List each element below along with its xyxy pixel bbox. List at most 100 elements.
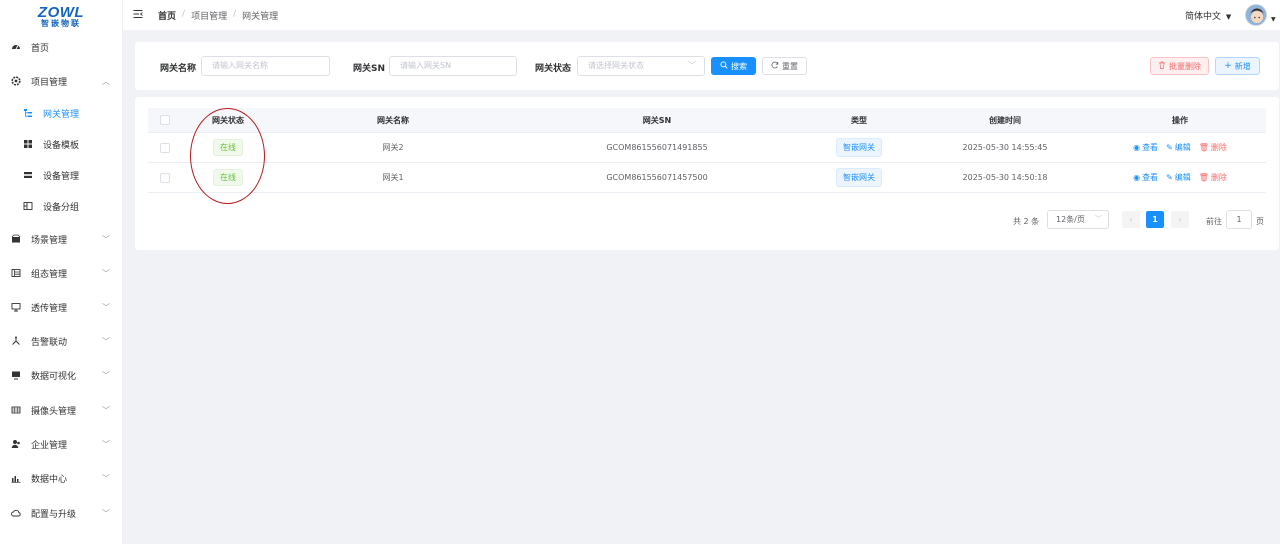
search-button[interactable]: 搜索	[711, 57, 756, 75]
chevron-down-icon: ﹀	[102, 405, 110, 415]
sidebar-item-camera[interactable]: 摄像头管理 ﹀	[0, 400, 123, 420]
name-cell: 网关1	[382, 173, 404, 182]
search-button-label: 搜索	[731, 61, 747, 71]
page-size-select[interactable]: 12条/页 ﹀	[1047, 210, 1109, 229]
header-type: 类型	[851, 115, 867, 125]
caret-down-icon: ▼	[1225, 13, 1232, 21]
table-row: 在线 网关2 GCOM861556071491855 智嵌网关 2025-05-…	[148, 133, 1266, 163]
time-cell: 2025-05-30 14:50:18	[962, 173, 1048, 182]
caret-down-icon: ▼	[1271, 16, 1276, 23]
reset-button[interactable]: 重置	[762, 57, 807, 75]
sidebar-item-layout[interactable]: 组态管理 ﹀	[0, 263, 123, 283]
sidebar-subitem-device-manage[interactable]: 设备管理	[0, 165, 123, 185]
trash-icon: 🗑︎	[1198, 173, 1209, 182]
page-size-value: 12条/页	[1056, 215, 1085, 224]
sidebar-subitem-device-template[interactable]: 设备模板	[0, 134, 123, 154]
header-ops: 操作	[1172, 115, 1188, 125]
gateway-sn-label: 网关SN	[353, 64, 386, 74]
goto-label: 前往	[1206, 217, 1222, 226]
breadcrumb-project[interactable]: 项目管理	[191, 9, 227, 22]
gateway-status-label: 网关状态	[535, 64, 572, 74]
sidebar-item-label: 设备模板	[43, 140, 80, 151]
gateway-status-select[interactable]: 请选择网关状态 ﹀	[577, 56, 705, 76]
sidebar-item-label: 企业管理	[31, 440, 68, 451]
breadcrumb-home[interactable]: 首页	[158, 9, 176, 22]
time-cell: 2025-05-30 14:55:45	[962, 143, 1048, 152]
sidebar-item-home[interactable]: 首页	[0, 37, 123, 57]
page-number-button[interactable]: 1	[1146, 211, 1164, 228]
edit-label: 编辑	[1174, 173, 1191, 182]
gear-icon	[11, 76, 21, 86]
gateway-name-input[interactable]: 请输入网关名称	[201, 56, 330, 76]
breadcrumb: 首页 / 项目管理 / 网关管理	[158, 9, 278, 22]
status-badge: 在线	[213, 139, 243, 156]
sidebar-subitem-gateway[interactable]: 网关管理	[0, 103, 123, 123]
scene-icon	[11, 234, 21, 244]
sidebar-item-label: 透传管理	[31, 303, 68, 314]
edit-link[interactable]: ✎ 编辑	[1166, 172, 1191, 183]
sn-cell: GCOM861556071491855	[606, 143, 708, 152]
ops-cell: ◉ 查看 ✎ 编辑 🗑︎ 删除	[1094, 163, 1266, 192]
cloud-icon	[11, 508, 21, 518]
table-panel: 网关状态 网关名称 网关SN 类型 创建时间 操作 在线 网关2 GCOM861…	[135, 97, 1279, 250]
type-cell: 智嵌网关	[802, 163, 916, 192]
sidebar-subitem-device-group[interactable]: 设备分组	[0, 196, 123, 216]
table-header: 网关状态 网关名称 网关SN 类型 创建时间 操作	[148, 108, 1266, 133]
type-cell: 智嵌网关	[802, 133, 916, 162]
share-icon	[11, 336, 21, 346]
row-checkbox[interactable]	[160, 172, 170, 183]
chevron-down-icon: ﹀	[102, 439, 110, 449]
view-link[interactable]: ◉ 查看	[1133, 142, 1158, 153]
add-button[interactable]: + 新增	[1215, 57, 1260, 75]
sidebar-item-project[interactable]: 项目管理 ︿	[0, 71, 123, 91]
sidebar-item-label: 设备分组	[43, 202, 80, 213]
delete-label: 删除	[1210, 143, 1227, 152]
grid-icon	[23, 139, 33, 149]
add-button-label: 新增	[1234, 61, 1251, 71]
language-selector[interactable]: 简体中文 ▼	[1185, 9, 1231, 22]
sidebar-item-data-center[interactable]: 数据中心 ﹀	[0, 468, 123, 488]
type-badge: 智嵌网关	[836, 138, 882, 157]
status-badge: 在线	[213, 169, 243, 186]
gateway-name-label: 网关名称	[160, 64, 197, 74]
avatar[interactable]	[1245, 4, 1267, 26]
status-cell: 在线	[182, 133, 274, 162]
row-checkbox-cell	[148, 133, 182, 162]
logo-sub-text: 智嵌物联	[41, 19, 81, 28]
sidebar-item-passthrough[interactable]: 透传管理 ﹀	[0, 297, 123, 317]
layout-icon	[11, 268, 21, 278]
plus-icon: +	[1224, 61, 1232, 71]
trash-icon	[1158, 61, 1166, 71]
prev-page-button[interactable]: ‹	[1122, 211, 1140, 228]
delete-link[interactable]: 🗑︎ 删除	[1199, 172, 1227, 183]
dashboard-icon	[11, 42, 21, 52]
sidebar-item-alarm[interactable]: 告警联动 ﹀	[0, 331, 123, 351]
top-header: 首页 / 项目管理 / 网关管理 简体中文 ▼ ▼	[123, 0, 1280, 30]
header-status: 网关状态	[212, 115, 244, 125]
sidebar-item-label: 设备管理	[43, 171, 80, 182]
goto-page-input[interactable]: 1	[1226, 210, 1252, 229]
next-page-button[interactable]: ›	[1171, 211, 1189, 228]
reset-button-label: 重置	[782, 61, 798, 71]
breadcrumb-separator: /	[233, 9, 237, 19]
delete-link[interactable]: 🗑︎ 删除	[1199, 142, 1227, 153]
ops-cell: ◉ 查看 ✎ 编辑 🗑︎ 删除	[1094, 133, 1266, 162]
select-all-checkbox[interactable]	[160, 115, 170, 125]
view-link[interactable]: ◉ 查看	[1133, 172, 1158, 183]
menu-fold-icon[interactable]	[133, 9, 143, 19]
row-checkbox[interactable]	[160, 142, 170, 153]
gateway-sn-input[interactable]: 请输入网关SN	[389, 56, 517, 76]
language-label: 简体中文	[1185, 12, 1222, 22]
sidebar-item-enterprise[interactable]: 企业管理 ﹀	[0, 434, 123, 454]
sidebar-item-scene[interactable]: 场景管理 ﹀	[0, 229, 123, 249]
search-icon	[720, 61, 728, 71]
sidebar-item-config-upgrade[interactable]: 配置与升级 ﹀	[0, 503, 123, 523]
camera-icon	[11, 405, 21, 415]
group-icon	[23, 201, 33, 211]
edit-label: 编辑	[1174, 143, 1191, 152]
edit-link[interactable]: ✎ 编辑	[1166, 142, 1191, 153]
chevron-down-icon: ﹀	[1095, 215, 1102, 223]
batch-delete-button[interactable]: 批量删除	[1150, 57, 1209, 75]
type-badge: 智嵌网关	[836, 168, 882, 187]
sidebar-item-visualization[interactable]: 数据可视化 ﹀	[0, 365, 123, 385]
